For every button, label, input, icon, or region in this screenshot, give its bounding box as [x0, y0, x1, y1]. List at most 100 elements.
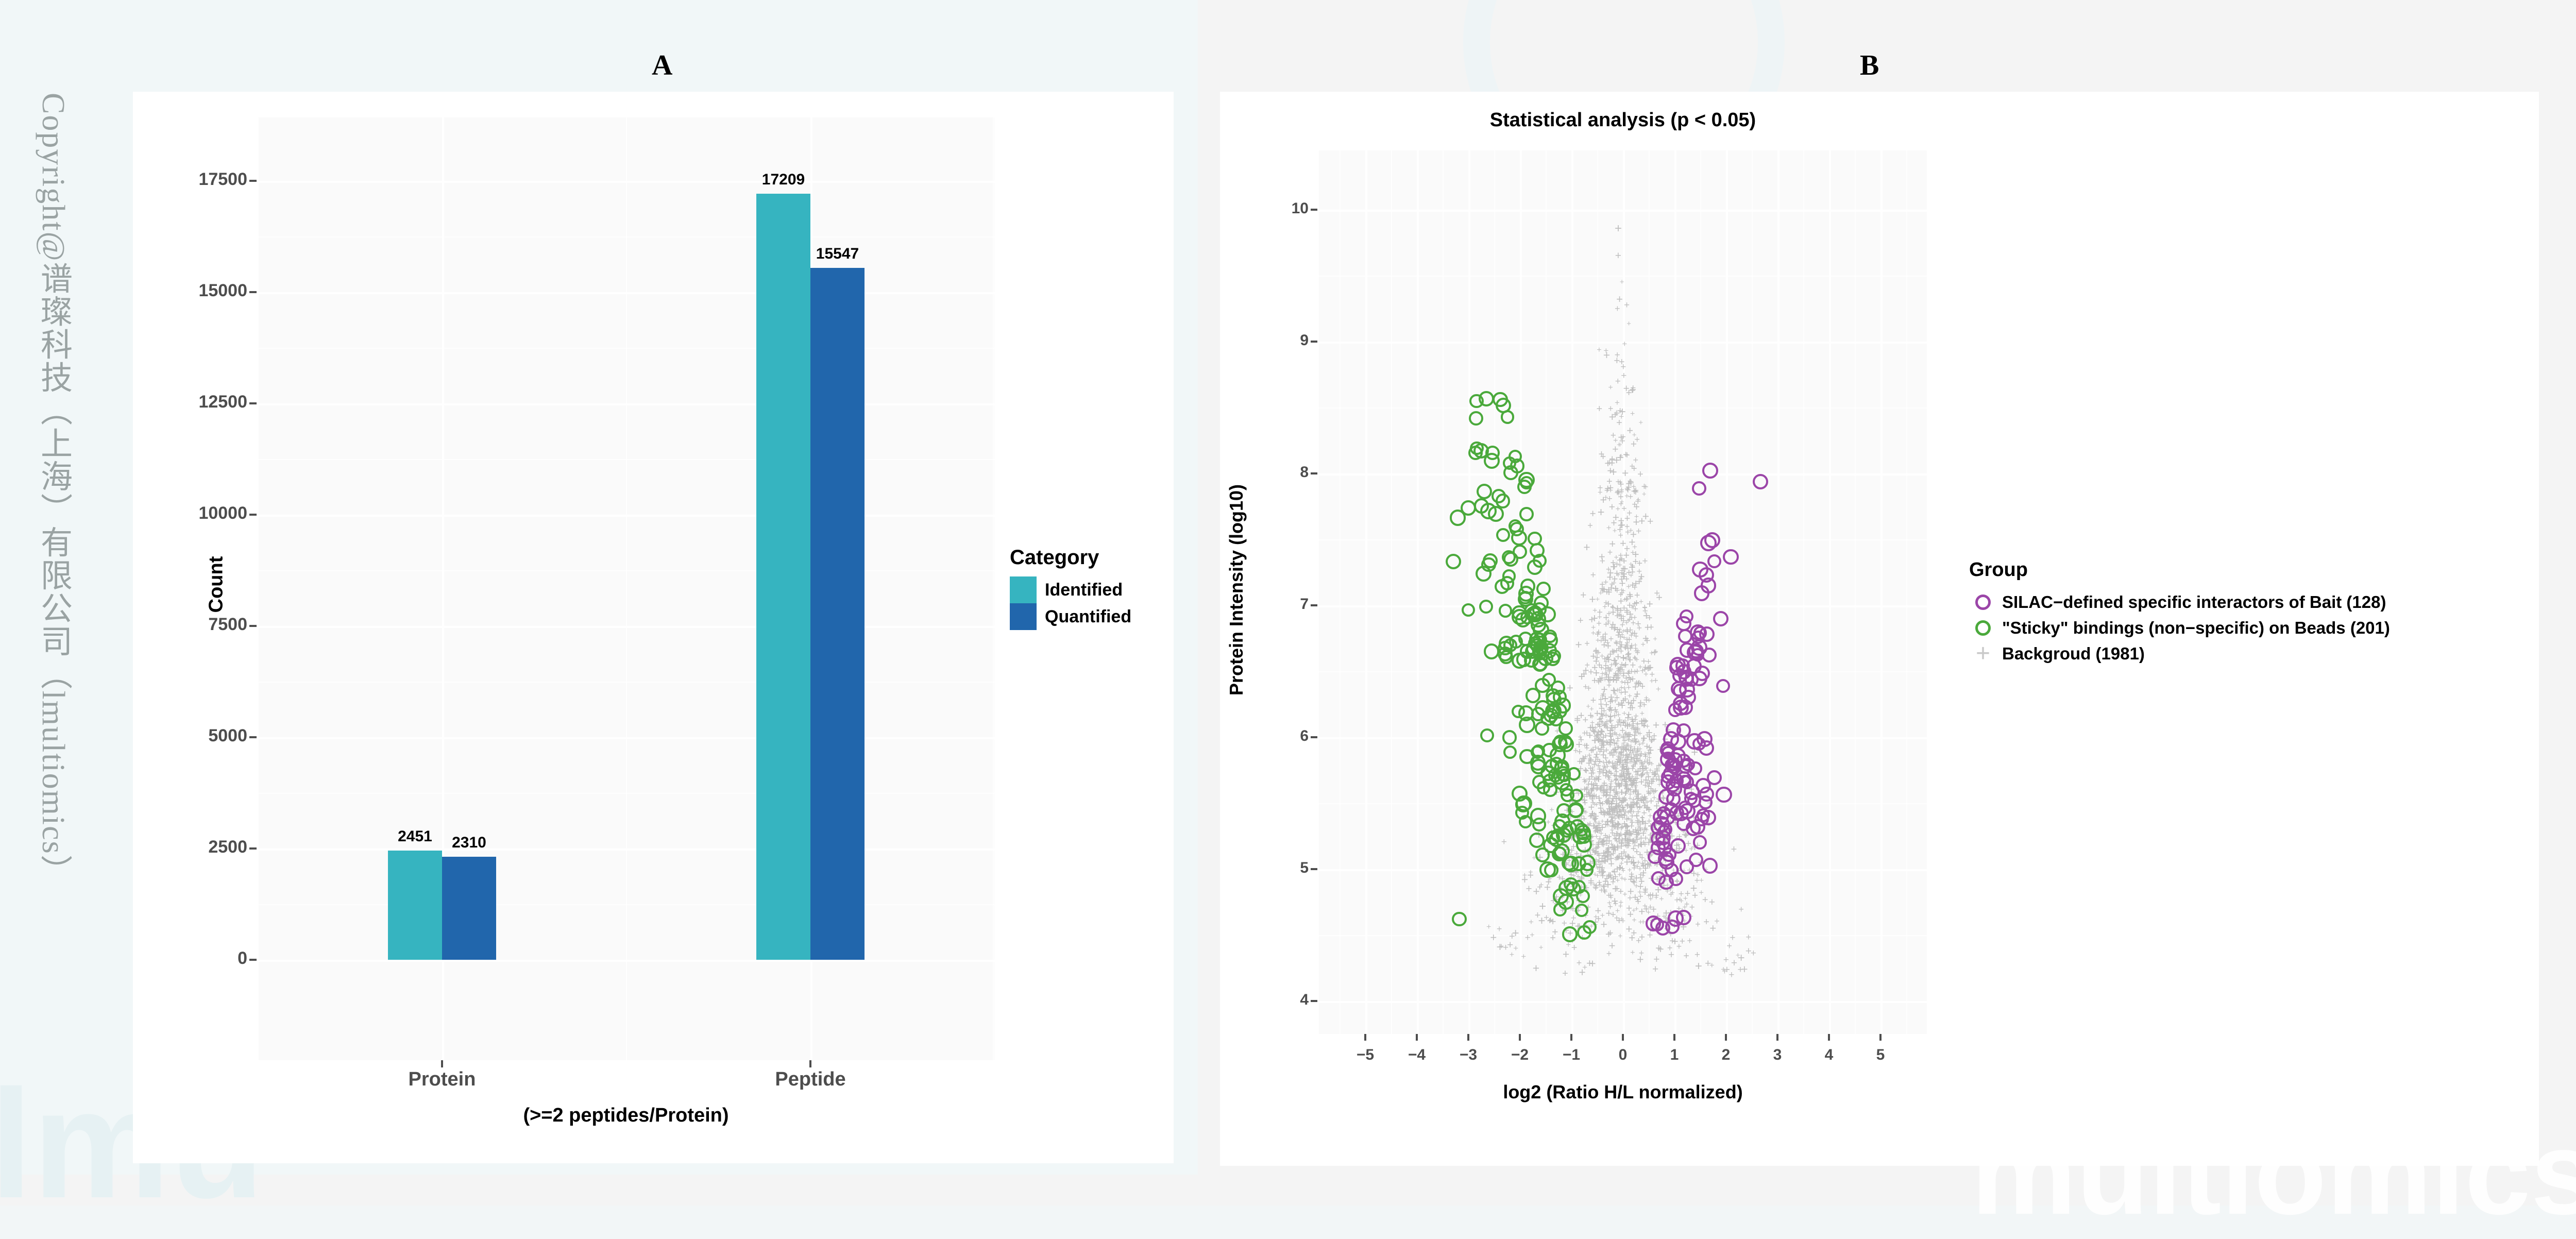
- scatter-point-background: +: [1604, 782, 1610, 791]
- scatter-point-background: +: [1653, 954, 1660, 966]
- scatter-point-background: +: [1592, 845, 1600, 859]
- scatter-point-silac: [1699, 786, 1714, 802]
- scatter-point-background: +: [1629, 817, 1635, 829]
- scatter-point-background: +: [1646, 613, 1653, 624]
- scatter-point-background: +: [1599, 579, 1605, 590]
- x-axis-tick-mark: [1467, 1034, 1469, 1041]
- scatter-point-background: +: [1687, 935, 1692, 946]
- scatter-point-background: +: [1622, 572, 1627, 582]
- scatter-point-background: +: [1674, 894, 1680, 906]
- scatter-point-background: +: [1679, 936, 1685, 947]
- gridline-vertical-minor: [1803, 150, 1804, 1034]
- gridline-vertical-minor: [1855, 150, 1856, 1034]
- scatter-point-background: +: [1638, 904, 1646, 918]
- bar-protein-identified[interactable]: [388, 851, 442, 960]
- scatter-point-background: +: [1597, 798, 1603, 809]
- gridline-vertical-major: [1468, 150, 1470, 1034]
- gridline-vertical-major: [1365, 150, 1367, 1034]
- scatter-point-background: +: [1618, 720, 1623, 730]
- gridline-vertical-minor: [1443, 150, 1444, 1034]
- x-axis-tick-mark: [1570, 1034, 1572, 1041]
- scatter-point-background: +: [1637, 469, 1643, 481]
- scatter-point-background: +: [1538, 943, 1544, 952]
- scatter-point-background: +: [1588, 666, 1594, 678]
- scatter-point-background: +: [1636, 525, 1642, 537]
- y-axis-tick-label: 5: [1300, 859, 1309, 876]
- x-axis-tick-mark: [1622, 1034, 1624, 1041]
- scatter-point-background: +: [1638, 874, 1645, 888]
- scatter-point-background: +: [1632, 915, 1637, 925]
- scatter-point-background: +: [1615, 250, 1622, 262]
- scatter-point-background: +: [1584, 638, 1590, 649]
- scatter-point-background: +: [1641, 664, 1648, 675]
- scatter-point-background: +: [1608, 746, 1615, 758]
- scatter-point-background: +: [1629, 535, 1636, 549]
- scatter-point-sticky: [1547, 649, 1561, 663]
- scatter-point-background: +: [1726, 941, 1732, 952]
- scatter-point-background: +: [1606, 523, 1612, 533]
- scatter-point-background: +: [1632, 547, 1639, 562]
- marker-circle-green-icon: [1969, 620, 1997, 636]
- scatter-point-background: +: [1597, 346, 1602, 355]
- legend-item-silac[interactable]: SILAC−defined specific interactors of Ba…: [1969, 589, 2390, 615]
- scatter-point-background: +: [1580, 667, 1588, 681]
- scatter-point-silac: [1692, 835, 1707, 850]
- y-axis-tick-mark: [249, 959, 257, 961]
- scatter-point-background: +: [1571, 942, 1578, 954]
- scatter-point-background: +: [1642, 793, 1647, 803]
- y-axis-tick-mark: [249, 402, 257, 404]
- scatter-point-background: +: [1550, 932, 1556, 944]
- scatter-point-background: +: [1609, 559, 1617, 574]
- scatter-point-background: +: [1626, 582, 1632, 592]
- scatter-point-background: +: [1570, 912, 1577, 924]
- y-axis-tick-mark: [249, 291, 257, 293]
- scatter-point-background: +: [1526, 883, 1532, 895]
- scatter-point-background: +: [1616, 293, 1623, 306]
- scatter-point-background: +: [1722, 965, 1727, 976]
- scatter-point-background: +: [1529, 916, 1534, 927]
- scatter-point-background: +: [1619, 435, 1625, 447]
- legend-item-quantified[interactable]: Quantified: [1010, 603, 1131, 630]
- scatter-point-background: +: [1629, 560, 1633, 569]
- scatter-point-background: +: [1615, 221, 1622, 235]
- legend-item-identified[interactable]: Identified: [1010, 576, 1131, 603]
- scatter-point-background: +: [1629, 567, 1636, 579]
- scatter-point-sticky: [1502, 569, 1516, 583]
- y-axis-tick-label: 0: [238, 948, 247, 968]
- scatter-point-background: +: [1745, 945, 1752, 958]
- panel-a-legend: Category Identified Quantified: [1010, 546, 1131, 630]
- gridline-vertical-minor: [1494, 150, 1495, 1034]
- gridline-vertical-minor: [993, 117, 994, 1060]
- scatter-point-sticky: [1553, 903, 1567, 916]
- scatter-point-background: +: [1603, 492, 1608, 502]
- scatter-point-background: +: [1608, 383, 1613, 393]
- scatter-point-background: +: [1588, 613, 1596, 626]
- y-axis-tick-label: 17500: [198, 169, 247, 189]
- scatter-point-background: +: [1521, 951, 1527, 961]
- scatter-point-background: +: [1646, 695, 1652, 705]
- scatter-point-background: +: [1592, 644, 1600, 658]
- scatter-point-silac: [1698, 567, 1714, 583]
- legend-item-background[interactable]: + Backgroud (1981): [1969, 641, 2390, 667]
- bar-value-label: 17209: [761, 171, 805, 188]
- scatter-point-background: +: [1618, 550, 1624, 561]
- scatter-point-background: +: [1587, 753, 1595, 767]
- scatter-point-background: +: [1607, 713, 1615, 727]
- scatter-point-sticky: [1553, 690, 1567, 704]
- scatter-point-sticky: [1519, 717, 1535, 734]
- scatter-point-sticky: [1511, 653, 1527, 669]
- x-axis-title: log2 (Ratio H/L normalized): [1503, 1081, 1743, 1102]
- scatter-point-background: +: [1624, 484, 1631, 497]
- scatter-point-silac: [1688, 643, 1704, 659]
- scatter-point-background: +: [1617, 451, 1624, 465]
- scatter-point-silac: [1669, 660, 1685, 675]
- scatter-point-background: +: [1619, 874, 1624, 884]
- scatter-point-background: +: [1586, 956, 1593, 970]
- bar-peptide-quantified[interactable]: [810, 268, 865, 960]
- scatter-point-background: +: [1737, 964, 1743, 975]
- bar-protein-quantified[interactable]: [442, 857, 496, 960]
- bar-peptide-identified[interactable]: [756, 194, 810, 960]
- scatter-point-background: +: [1624, 740, 1630, 750]
- legend-item-sticky[interactable]: "Sticky" bindings (non−specific) on Bead…: [1969, 615, 2390, 641]
- scatter-point-background: +: [1694, 949, 1700, 961]
